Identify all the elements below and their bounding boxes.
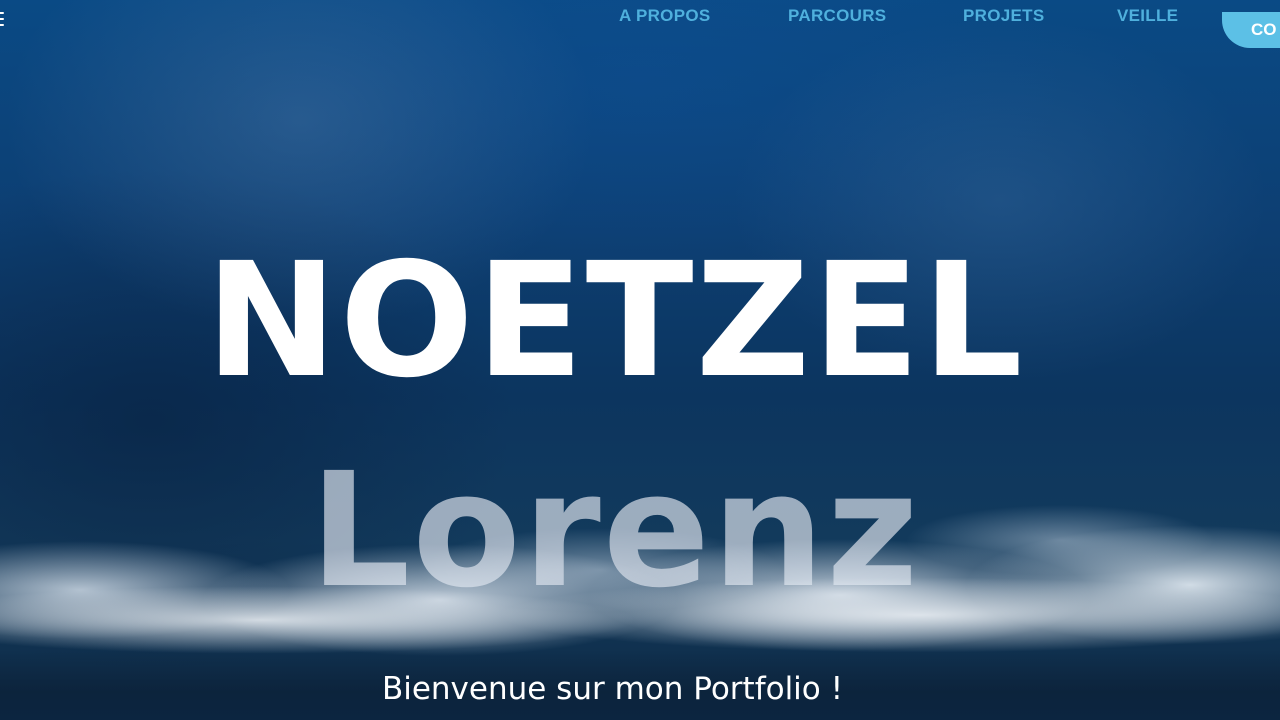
contact-button[interactable]: CO xyxy=(1222,12,1280,48)
nav-link-parcours[interactable]: PARCOURS xyxy=(788,6,886,26)
hero-last-name: NOETZEL xyxy=(205,229,1025,413)
welcome-text: Bienvenue sur mon Portfolio ! xyxy=(381,671,844,707)
nav-link-veille[interactable]: VEILLE xyxy=(1117,6,1178,26)
hamburger-icon[interactable] xyxy=(0,8,6,26)
nav-link-a-propos[interactable]: A PROPOS xyxy=(619,6,711,26)
nav-link-projets[interactable]: PROJETS xyxy=(963,6,1044,26)
top-navigation: A PROPOS PARCOURS PROJETS VEILLE CO xyxy=(0,0,1280,48)
hero-first-name: Lorenz xyxy=(309,439,921,623)
hero-section: NOETZEL Lorenz Bienvenue sur mon Portfol… xyxy=(0,0,1280,720)
